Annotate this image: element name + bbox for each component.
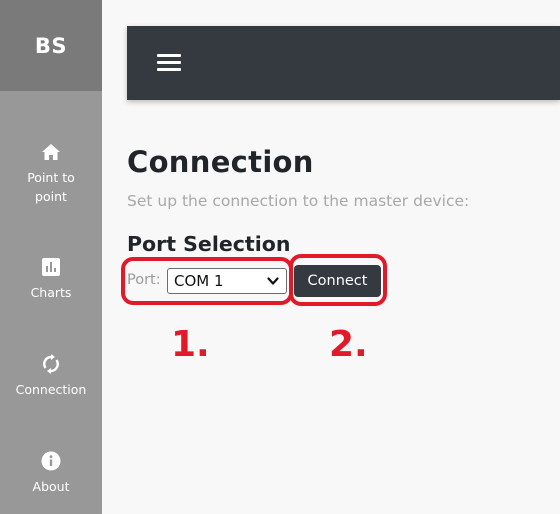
hamburger-icon[interactable] bbox=[157, 54, 181, 72]
sidebar-item-label: Charts bbox=[30, 285, 72, 300]
sidebar-item-label: Point to point bbox=[27, 170, 75, 204]
sidebar: BS Point to point Charts Connection Abou… bbox=[0, 0, 102, 514]
step-number-2: 2. bbox=[329, 324, 368, 365]
step-number-1: 1. bbox=[171, 324, 210, 365]
sync-icon bbox=[41, 354, 61, 374]
sidebar-item-label: About bbox=[32, 479, 70, 494]
brand-logo[interactable]: BS bbox=[0, 0, 102, 91]
sidebar-item-charts[interactable]: Charts bbox=[0, 257, 102, 302]
bar-chart-icon bbox=[41, 257, 61, 277]
page-title: Connection bbox=[127, 145, 314, 179]
highlight-box-connect bbox=[289, 254, 387, 306]
top-navbar bbox=[127, 26, 560, 100]
section-title: Port Selection bbox=[127, 232, 291, 256]
info-icon bbox=[41, 451, 61, 471]
sidebar-item-about[interactable]: About bbox=[0, 451, 102, 496]
sidebar-item-point-to-point[interactable]: Point to point bbox=[0, 142, 102, 206]
page-subtitle: Set up the connection to the master devi… bbox=[127, 192, 470, 210]
sidebar-item-connection[interactable]: Connection bbox=[0, 354, 102, 399]
home-icon bbox=[41, 142, 61, 162]
brand-text: BS bbox=[34, 33, 68, 58]
highlight-box-port bbox=[121, 257, 293, 305]
sidebar-item-label: Connection bbox=[15, 382, 87, 397]
